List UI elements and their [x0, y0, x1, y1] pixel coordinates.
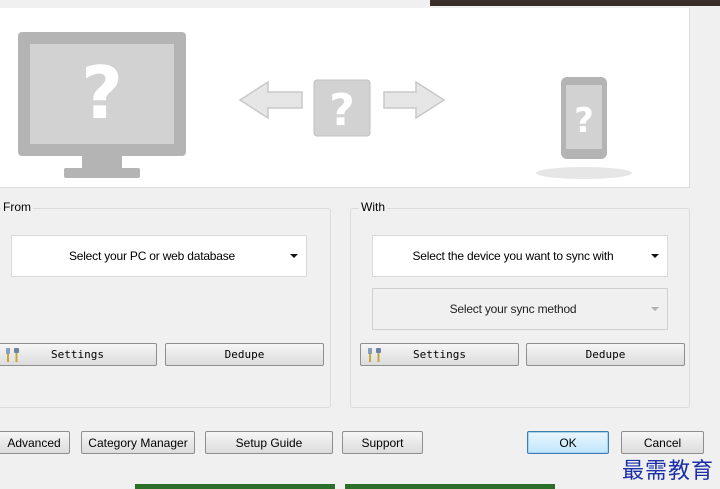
monitor-question-mark: ?	[81, 51, 123, 135]
sync-method-dropdown-label: Select your sync method	[449, 302, 577, 316]
with-settings-button[interactable]: Settings	[360, 343, 519, 366]
taskbar-strip	[135, 484, 335, 489]
phone-question-mark: ?	[574, 101, 594, 141]
category-manager-button[interactable]: Category Manager	[81, 431, 195, 454]
cancel-label: Cancel	[643, 435, 682, 450]
category-manager-label: Category Manager	[88, 435, 188, 450]
setup-guide-label: Setup Guide	[235, 435, 303, 450]
target-device-dropdown[interactable]: Select the device you want to sync with	[372, 235, 668, 277]
from-dedupe-button[interactable]: Dedupe	[165, 343, 324, 366]
source-database-dropdown-label: Select your PC or web database	[68, 249, 236, 263]
chevron-down-icon	[290, 254, 298, 258]
arrow-right-icon	[383, 80, 446, 120]
background-window-strip	[430, 0, 720, 6]
taskbar-strip	[345, 484, 555, 489]
sync-method-dropdown[interactable]: Select your sync method	[372, 288, 668, 330]
advanced-button[interactable]: Advanced	[0, 431, 70, 454]
cancel-button[interactable]: Cancel	[621, 431, 704, 454]
chevron-down-icon	[651, 307, 659, 311]
sync-unknown-box-icon: ?	[313, 79, 371, 137]
chevron-down-icon	[651, 254, 659, 258]
phone-question-icon: ?	[536, 77, 632, 179]
ok-label: OK	[559, 435, 577, 450]
watermark-text: 最需教育	[621, 459, 714, 484]
from-dedupe-label: Dedupe	[224, 348, 265, 361]
arrow-left-icon	[238, 80, 303, 120]
with-settings-label: Settings	[413, 348, 466, 361]
target-device-dropdown-label: Select the device you want to sync with	[412, 249, 614, 263]
with-dedupe-button[interactable]: Dedupe	[526, 343, 685, 366]
advanced-label: Advanced	[7, 435, 61, 450]
support-button[interactable]: Support	[342, 431, 423, 454]
with-dedupe-label: Dedupe	[585, 348, 626, 361]
with-legend: With	[359, 200, 387, 214]
from-settings-label: Settings	[51, 348, 104, 361]
middle-question-mark: ?	[329, 85, 355, 136]
from-legend: From	[1, 200, 33, 214]
tools-icon	[368, 348, 381, 362]
support-label: Support	[361, 435, 404, 450]
setup-guide-button[interactable]: Setup Guide	[205, 431, 333, 454]
tools-icon	[6, 348, 19, 362]
sync-banner: ? ? ?	[0, 8, 690, 188]
source-database-dropdown[interactable]: Select your PC or web database	[11, 235, 307, 277]
from-settings-button[interactable]: Settings	[0, 343, 157, 366]
ok-button[interactable]: OK	[527, 431, 609, 454]
desktop-monitor-question-icon: ?	[18, 32, 186, 178]
